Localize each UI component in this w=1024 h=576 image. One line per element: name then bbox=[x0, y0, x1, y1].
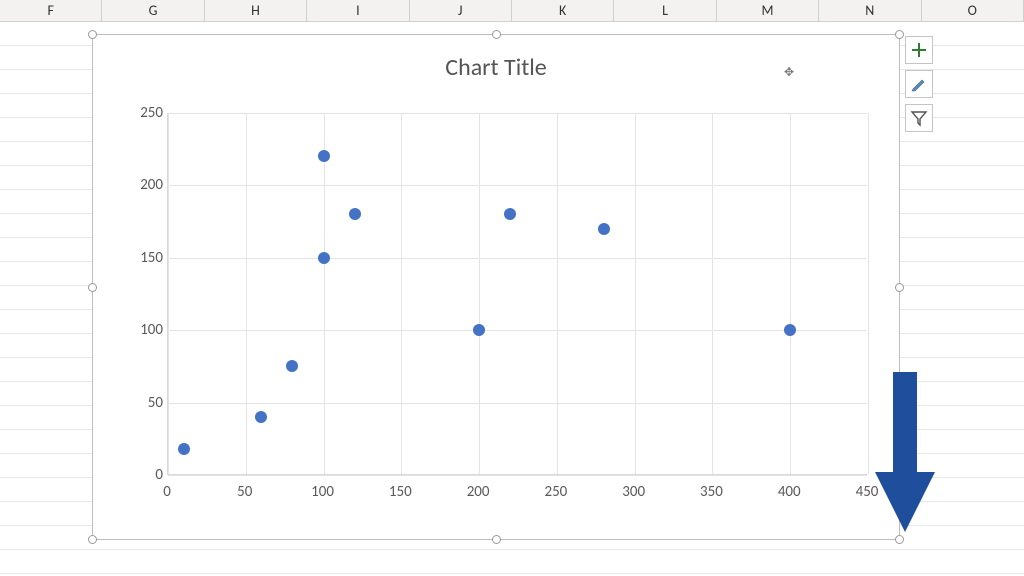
x-tick-label: 100 bbox=[311, 483, 334, 501]
chart-object[interactable]: Chart Title ✥ 05010015020025030035040045… bbox=[92, 34, 900, 540]
x-tick-label: 0 bbox=[163, 483, 171, 501]
col-header[interactable]: M bbox=[717, 0, 819, 21]
y-tick-label: 0 bbox=[123, 466, 163, 484]
y-tick-label: 150 bbox=[123, 249, 163, 267]
resize-handle[interactable] bbox=[88, 535, 97, 544]
x-tick-label: 150 bbox=[389, 483, 412, 501]
x-tick-label: 400 bbox=[778, 483, 801, 501]
x-tick-label: 350 bbox=[700, 483, 723, 501]
resize-handle[interactable] bbox=[492, 535, 501, 544]
data-point[interactable] bbox=[504, 208, 516, 220]
col-header[interactable]: J bbox=[410, 0, 512, 21]
y-tick-label: 100 bbox=[123, 321, 163, 339]
move-cursor-icon: ✥ bbox=[784, 65, 793, 80]
y-tick-label: 50 bbox=[123, 394, 163, 412]
col-header[interactable]: K bbox=[512, 0, 614, 21]
resize-handle[interactable] bbox=[492, 30, 501, 39]
x-tick-label: 300 bbox=[622, 483, 645, 501]
data-point[interactable] bbox=[286, 360, 298, 372]
column-headers: F G H I J K L M N O bbox=[0, 0, 1024, 22]
col-header[interactable]: N bbox=[819, 0, 921, 21]
x-tick-label: 200 bbox=[467, 483, 490, 501]
col-header[interactable]: H bbox=[205, 0, 307, 21]
data-point[interactable] bbox=[178, 443, 190, 455]
resize-handle[interactable] bbox=[88, 30, 97, 39]
funnel-icon bbox=[910, 109, 928, 127]
data-point[interactable] bbox=[318, 252, 330, 264]
col-header[interactable]: G bbox=[102, 0, 204, 21]
chart-side-buttons bbox=[905, 36, 933, 132]
x-tick-label: 50 bbox=[237, 483, 252, 501]
y-tick-label: 200 bbox=[123, 176, 163, 194]
chart-elements-button[interactable] bbox=[905, 36, 933, 64]
brush-icon bbox=[910, 75, 928, 93]
data-point[interactable] bbox=[349, 208, 361, 220]
chart-filters-button[interactable] bbox=[905, 104, 933, 132]
col-header[interactable]: O bbox=[922, 0, 1024, 21]
resize-handle[interactable] bbox=[895, 30, 904, 39]
col-header[interactable]: F bbox=[0, 0, 102, 21]
resize-handle[interactable] bbox=[88, 283, 97, 292]
plus-icon bbox=[910, 41, 928, 59]
data-point[interactable] bbox=[318, 150, 330, 162]
chart-title[interactable]: Chart Title bbox=[93, 35, 899, 82]
data-point[interactable] bbox=[598, 223, 610, 235]
chart-styles-button[interactable] bbox=[905, 70, 933, 98]
col-header[interactable]: I bbox=[307, 0, 409, 21]
y-tick-label: 250 bbox=[123, 104, 163, 122]
data-point[interactable] bbox=[473, 324, 485, 336]
arrow-annotation bbox=[875, 372, 935, 537]
data-point[interactable] bbox=[784, 324, 796, 336]
resize-handle[interactable] bbox=[895, 283, 904, 292]
col-header[interactable]: L bbox=[614, 0, 716, 21]
x-tick-label: 250 bbox=[544, 483, 567, 501]
data-point[interactable] bbox=[255, 411, 267, 423]
plot-area[interactable]: 0501001502002503003504004500501001502002… bbox=[119, 113, 879, 517]
